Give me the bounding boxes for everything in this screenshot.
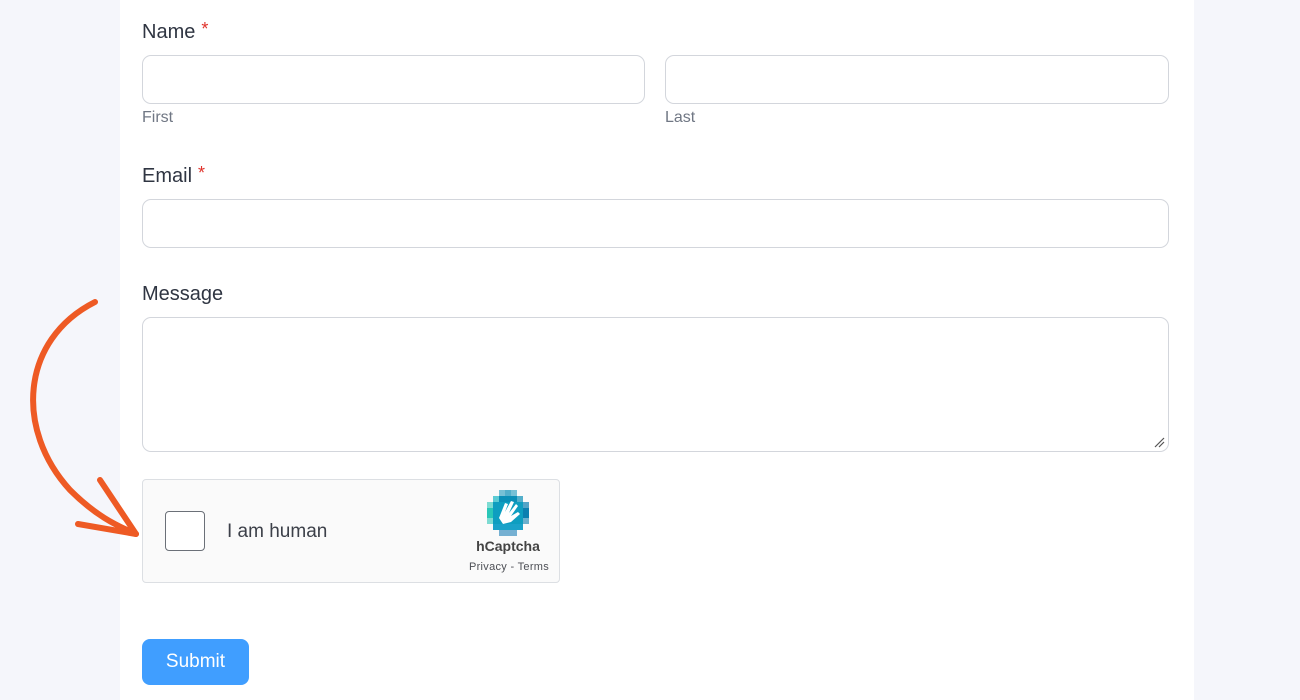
terms-link[interactable]: Terms (518, 561, 549, 573)
hcaptcha-logo-icon (487, 490, 529, 536)
resize-handle-icon[interactable] (1153, 436, 1165, 448)
email-input[interactable] (142, 199, 1169, 248)
last-name-sublabel: Last (665, 109, 696, 126)
required-asterisk: * (201, 19, 209, 39)
required-asterisk: * (198, 163, 206, 183)
submit-button[interactable]: Submit (142, 639, 249, 685)
message-textarea[interactable] (142, 317, 1169, 452)
hcaptcha-widget: I am human hCaptcha Privacy - Terms (142, 479, 560, 583)
last-name-input[interactable] (665, 55, 1169, 104)
privacy-link[interactable]: Privacy (469, 561, 507, 573)
hcaptcha-links: Privacy - Terms (453, 561, 565, 573)
hcaptcha-brand: hCaptcha (476, 538, 540, 554)
human-checkbox-label: I am human (227, 521, 328, 542)
first-name-input[interactable] (142, 55, 645, 104)
curved-arrow-icon (30, 299, 139, 537)
links-separator: - (510, 561, 515, 573)
